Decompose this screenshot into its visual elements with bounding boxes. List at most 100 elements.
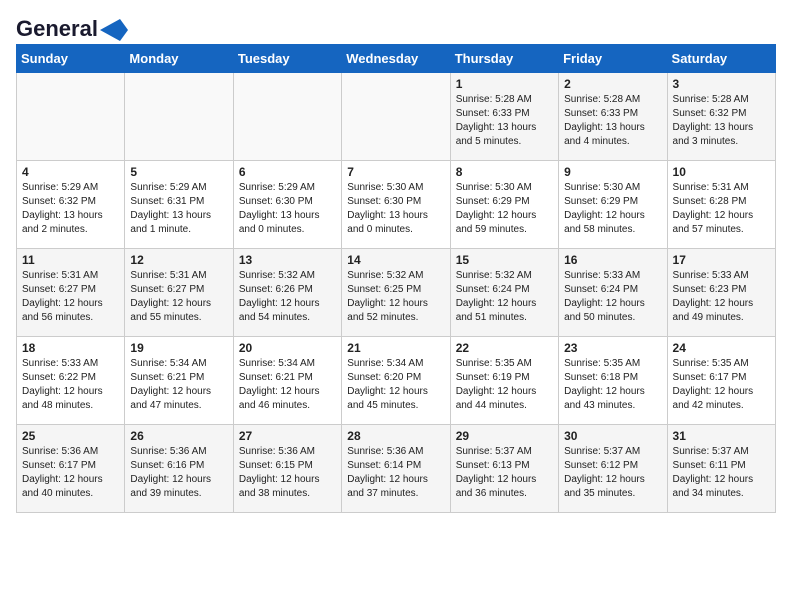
calendar-cell: 27 Sunrise: 5:36 AM Sunset: 6:15 PM Dayli… [233,425,341,513]
day-number: 10 [673,165,770,179]
calendar-table: SundayMondayTuesdayWednesdayThursdayFrid… [16,44,776,513]
day-info: Sunrise: 5:35 AM Sunset: 6:17 PM Dayligh… [673,357,770,413]
day-number: 26 [130,429,227,443]
logo-arrow-icon [100,19,128,41]
header-cell-sunday: Sunday [17,45,125,73]
day-info: Sunrise: 5:32 AM Sunset: 6:25 PM Dayligh… [347,269,444,325]
day-info: Sunrise: 5:35 AM Sunset: 6:19 PM Dayligh… [456,357,553,413]
day-number: 12 [130,253,227,267]
calendar-cell [233,73,341,161]
calendar-cell: 18 Sunrise: 5:33 AM Sunset: 6:22 PM Dayli… [17,337,125,425]
day-number: 16 [564,253,661,267]
day-info: Sunrise: 5:31 AM Sunset: 6:28 PM Dayligh… [673,181,770,237]
day-number: 31 [673,429,770,443]
day-number: 17 [673,253,770,267]
day-number: 6 [239,165,336,179]
calendar-cell: 28 Sunrise: 5:36 AM Sunset: 6:14 PM Dayli… [342,425,450,513]
calendar-cell: 6 Sunrise: 5:29 AM Sunset: 6:30 PM Daylig… [233,161,341,249]
day-number: 23 [564,341,661,355]
calendar-cell: 19Sunrise: 5:34 AM Sunset: 6:21 PM Dayli… [125,337,233,425]
calendar-cell: 26 Sunrise: 5:36 AM Sunset: 6:16 PM Dayli… [125,425,233,513]
day-info: Sunrise: 5:29 AM Sunset: 6:32 PM Dayligh… [22,181,119,237]
day-number: 11 [22,253,119,267]
day-number: 3 [673,77,770,91]
day-number: 5 [130,165,227,179]
day-info: Sunrise: 5:31 AM Sunset: 6:27 PM Dayligh… [22,269,119,325]
day-info: Sunrise: 5:34 AM Sunset: 6:21 PM Dayligh… [130,357,227,413]
header-cell-wednesday: Wednesday [342,45,450,73]
day-number: 9 [564,165,661,179]
calendar-cell: 1 Sunrise: 5:28 AM Sunset: 6:33 PM Daylig… [450,73,558,161]
day-number: 18 [22,341,119,355]
calendar-cell: 14Sunrise: 5:32 AM Sunset: 6:25 PM Dayli… [342,249,450,337]
day-info: Sunrise: 5:33 AM Sunset: 6:22 PM Dayligh… [22,357,119,413]
calendar-cell: 25Sunrise: 5:36 AM Sunset: 6:17 PM Dayli… [17,425,125,513]
calendar-cell: 8 Sunrise: 5:30 AM Sunset: 6:29 PM Daylig… [450,161,558,249]
day-info: Sunrise: 5:30 AM Sunset: 6:29 PM Dayligh… [564,181,661,237]
header-cell-monday: Monday [125,45,233,73]
day-number: 20 [239,341,336,355]
calendar-cell [125,73,233,161]
calendar-cell: 31 Sunrise: 5:37 AM Sunset: 6:11 PM Dayli… [667,425,775,513]
calendar-cell [342,73,450,161]
day-number: 27 [239,429,336,443]
calendar-cell: 4 Sunrise: 5:29 AM Sunset: 6:32 PM Daylig… [17,161,125,249]
calendar-cell: 21 Sunrise: 5:34 AM Sunset: 6:20 PM Dayli… [342,337,450,425]
day-info: Sunrise: 5:28 AM Sunset: 6:33 PM Dayligh… [564,93,661,149]
header: General [16,16,776,36]
day-info: Sunrise: 5:31 AM Sunset: 6:27 PM Dayligh… [130,269,227,325]
day-number: 4 [22,165,119,179]
calendar-cell: 13 Sunrise: 5:32 AM Sunset: 6:26 PM Dayli… [233,249,341,337]
logo: General [16,16,128,36]
calendar-week-2: 4 Sunrise: 5:29 AM Sunset: 6:32 PM Daylig… [17,161,776,249]
day-info: Sunrise: 5:28 AM Sunset: 6:33 PM Dayligh… [456,93,553,149]
calendar-cell: 5 Sunrise: 5:29 AM Sunset: 6:31 PM Daylig… [125,161,233,249]
day-number: 15 [456,253,553,267]
day-info: Sunrise: 5:36 AM Sunset: 6:14 PM Dayligh… [347,445,444,501]
day-info: Sunrise: 5:34 AM Sunset: 6:20 PM Dayligh… [347,357,444,413]
calendar-cell: 11 Sunrise: 5:31 AM Sunset: 6:27 PM Dayli… [17,249,125,337]
day-number: 24 [673,341,770,355]
header-cell-tuesday: Tuesday [233,45,341,73]
day-number: 13 [239,253,336,267]
day-info: Sunrise: 5:36 AM Sunset: 6:16 PM Dayligh… [130,445,227,501]
header-cell-saturday: Saturday [667,45,775,73]
day-info: Sunrise: 5:36 AM Sunset: 6:17 PM Dayligh… [22,445,119,501]
calendar-body: 1 Sunrise: 5:28 AM Sunset: 6:33 PM Daylig… [17,73,776,513]
day-number: 7 [347,165,444,179]
day-info: Sunrise: 5:37 AM Sunset: 6:11 PM Dayligh… [673,445,770,501]
calendar-cell: 20Sunrise: 5:34 AM Sunset: 6:21 PM Dayli… [233,337,341,425]
calendar-week-1: 1 Sunrise: 5:28 AM Sunset: 6:33 PM Daylig… [17,73,776,161]
day-info: Sunrise: 5:37 AM Sunset: 6:12 PM Dayligh… [564,445,661,501]
header-row: SundayMondayTuesdayWednesdayThursdayFrid… [17,45,776,73]
day-info: Sunrise: 5:36 AM Sunset: 6:15 PM Dayligh… [239,445,336,501]
day-info: Sunrise: 5:37 AM Sunset: 6:13 PM Dayligh… [456,445,553,501]
day-info: Sunrise: 5:32 AM Sunset: 6:26 PM Dayligh… [239,269,336,325]
calendar-cell: 23Sunrise: 5:35 AM Sunset: 6:18 PM Dayli… [559,337,667,425]
day-info: Sunrise: 5:29 AM Sunset: 6:31 PM Dayligh… [130,181,227,237]
day-info: Sunrise: 5:33 AM Sunset: 6:23 PM Dayligh… [673,269,770,325]
calendar-cell: 3Sunrise: 5:28 AM Sunset: 6:32 PM Daylig… [667,73,775,161]
day-number: 1 [456,77,553,91]
calendar-cell: 22 Sunrise: 5:35 AM Sunset: 6:19 PM Dayli… [450,337,558,425]
day-number: 29 [456,429,553,443]
day-info: Sunrise: 5:33 AM Sunset: 6:24 PM Dayligh… [564,269,661,325]
calendar-cell: 24 Sunrise: 5:35 AM Sunset: 6:17 PM Dayli… [667,337,775,425]
calendar-cell: 16 Sunrise: 5:33 AM Sunset: 6:24 PM Dayli… [559,249,667,337]
day-number: 21 [347,341,444,355]
calendar-cell: 7Sunrise: 5:30 AM Sunset: 6:30 PM Daylig… [342,161,450,249]
day-number: 8 [456,165,553,179]
calendar-cell: 10 Sunrise: 5:31 AM Sunset: 6:28 PM Dayli… [667,161,775,249]
day-number: 28 [347,429,444,443]
calendar-cell: 17 Sunrise: 5:33 AM Sunset: 6:23 PM Dayli… [667,249,775,337]
calendar-cell: 29 Sunrise: 5:37 AM Sunset: 6:13 PM Dayli… [450,425,558,513]
header-cell-thursday: Thursday [450,45,558,73]
day-info: Sunrise: 5:29 AM Sunset: 6:30 PM Dayligh… [239,181,336,237]
calendar-header: SundayMondayTuesdayWednesdayThursdayFrid… [17,45,776,73]
day-number: 22 [456,341,553,355]
day-info: Sunrise: 5:30 AM Sunset: 6:29 PM Dayligh… [456,181,553,237]
day-number: 30 [564,429,661,443]
calendar-cell: 30 Sunrise: 5:37 AM Sunset: 6:12 PM Dayli… [559,425,667,513]
header-cell-friday: Friday [559,45,667,73]
calendar-week-3: 11 Sunrise: 5:31 AM Sunset: 6:27 PM Dayli… [17,249,776,337]
